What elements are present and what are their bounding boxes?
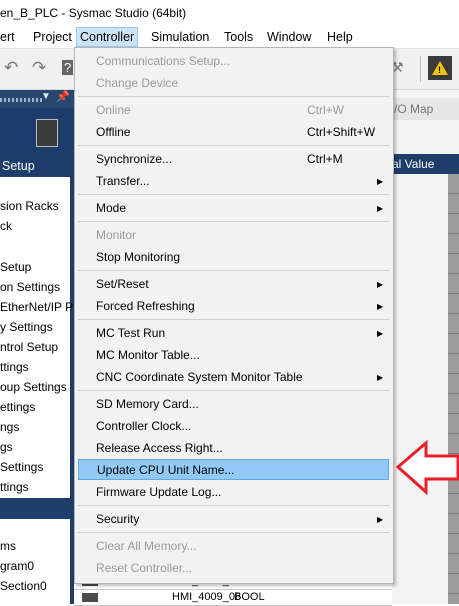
- red-arrow-annotation: [395, 439, 459, 496]
- menu-item-reset-controller[interactable]: Reset Controller...: [78, 558, 389, 579]
- menu-item-clear-all-memory[interactable]: Clear All Memory...: [78, 536, 389, 557]
- menu-item-mc-monitor-table[interactable]: MC Monitor Table...: [78, 345, 389, 366]
- tree-item[interactable]: ttings: [0, 480, 29, 494]
- redo-icon[interactable]: ↷: [32, 58, 46, 78]
- warning-icon[interactable]: !: [428, 56, 452, 80]
- menu-item-update-cpu-unit-name[interactable]: Update CPU Unit Name...: [78, 459, 389, 480]
- tree-item[interactable]: Settings: [0, 460, 43, 474]
- menu-item-stop-monitoring[interactable]: Stop Monitoring: [78, 247, 389, 268]
- tree-item[interactable]: ms: [0, 539, 16, 553]
- pin-icon[interactable]: 📌: [56, 90, 70, 103]
- memory-icon[interactable]: ?: [62, 60, 74, 75]
- menu-simulation[interactable]: Simulation: [148, 29, 212, 45]
- menu-item-synchronize[interactable]: Synchronize... Ctrl+M: [78, 149, 389, 170]
- tree-item[interactable]: y Settings: [0, 320, 53, 334]
- menu-item-firmware-update-log[interactable]: Firmware Update Log...: [78, 482, 389, 503]
- tab-io-map[interactable]: /O Map: [392, 98, 459, 120]
- menu-item-set-reset[interactable]: Set/Reset ▶: [78, 274, 389, 295]
- value-column: [448, 174, 459, 604]
- configuration-tree: Setup sion Racks ck Setup on Settings Et…: [0, 155, 73, 604]
- setup-header[interactable]: Setup: [0, 155, 70, 177]
- tree-item[interactable]: on Settings: [0, 280, 60, 294]
- tree-item[interactable]: ngs: [0, 420, 19, 434]
- tree-item[interactable]: ttings: [0, 360, 29, 374]
- controller-device-icon: [36, 119, 58, 147]
- menu-help[interactable]: Help: [324, 29, 356, 45]
- menu-item-communications-setup[interactable]: Communications Setup...: [78, 51, 389, 72]
- menu-item-monitor[interactable]: Monitor: [78, 225, 389, 246]
- tree-item[interactable]: EtherNet/IP P: [0, 300, 73, 314]
- menu-bar: ert Project Controller Simulation Tools …: [0, 26, 459, 49]
- tree-item[interactable]: ntrol Setup: [0, 340, 58, 354]
- menu-item-sd-memory-card[interactable]: SD Memory Card...: [78, 394, 389, 415]
- tree-item[interactable]: oup Settings: [0, 380, 67, 394]
- explorer-header: ▼ 📌: [0, 90, 74, 108]
- menu-controller[interactable]: Controller: [76, 27, 139, 47]
- controller-menu: Communications Setup... Change Device On…: [74, 47, 394, 584]
- menu-item-forced-refreshing[interactable]: Forced Refreshing ▶: [78, 296, 389, 317]
- dropdown-arrow-icon[interactable]: ▼: [41, 91, 51, 102]
- section-header[interactable]: [0, 498, 70, 519]
- tree-item[interactable]: ck: [0, 219, 12, 233]
- menu-item-transfer[interactable]: Transfer... ▶: [78, 171, 389, 192]
- chevron-right-icon: ▶: [377, 204, 384, 213]
- toolbar-separator: [420, 56, 421, 82]
- tree-item[interactable]: gs: [0, 440, 13, 454]
- title-bar: en_B_PLC - Sysmac Studio (64bit): [0, 0, 459, 26]
- menu-item-cnc-coordinate-monitor[interactable]: CNC Coordinate System Monitor Table ▶: [78, 367, 389, 388]
- tree-item[interactable]: ettings: [0, 400, 35, 414]
- chevron-right-icon: ▶: [377, 329, 384, 338]
- menu-item-online[interactable]: Online Ctrl+W: [78, 100, 389, 121]
- menu-insert[interactable]: ert: [0, 29, 18, 45]
- io-map-pane: /O Map al Value: [392, 90, 459, 604]
- window-title: en_B_PLC - Sysmac Studio (64bit): [0, 6, 187, 20]
- tree-item[interactable]: Section0: [0, 579, 47, 593]
- menu-item-release-access-right[interactable]: Release Access Right...: [78, 438, 389, 459]
- menu-project[interactable]: Project: [30, 29, 75, 45]
- chevron-right-icon: ▶: [377, 280, 384, 289]
- menu-item-controller-clock[interactable]: Controller Clock...: [78, 416, 389, 437]
- menu-window[interactable]: Window: [264, 29, 314, 45]
- multiview-explorer: ▼ 📌 Setup sion Racks ck Setup on Setting…: [0, 90, 74, 604]
- menu-item-security[interactable]: Security ▶: [78, 509, 389, 530]
- column-header-value[interactable]: al Value: [392, 154, 459, 174]
- chevron-right-icon: ▶: [377, 302, 384, 311]
- menu-item-mc-test-run[interactable]: MC Test Run ▶: [78, 323, 389, 344]
- tree-item[interactable]: Setup: [0, 260, 31, 274]
- tree-item[interactable]: gram0: [0, 559, 34, 573]
- chevron-right-icon: ▶: [377, 515, 384, 524]
- menu-item-change-device[interactable]: Change Device: [78, 73, 389, 94]
- chevron-right-icon: ▶: [377, 177, 384, 186]
- undo-icon[interactable]: ↶: [4, 58, 18, 78]
- port-icon: [82, 593, 98, 602]
- menu-item-offline[interactable]: Offline Ctrl+Shift+W: [78, 122, 389, 143]
- chevron-right-icon: ▶: [377, 373, 384, 382]
- menu-tools[interactable]: Tools: [221, 29, 256, 45]
- tree-item[interactable]: sion Racks: [0, 199, 59, 213]
- menu-item-mode[interactable]: Mode ▶: [78, 198, 389, 219]
